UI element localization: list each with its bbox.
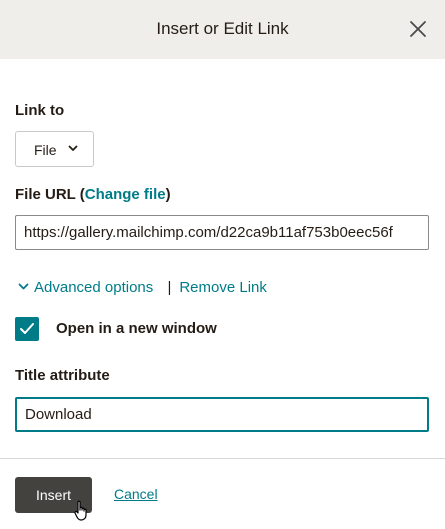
advanced-options-toggle[interactable]: Advanced options	[18, 279, 157, 296]
dialog-title: Insert or Edit Link	[156, 19, 289, 38]
insert-link-dialog: Insert or Edit Link Link to File File UR…	[0, 0, 445, 529]
checkmark-icon	[20, 323, 34, 334]
chevron-down-icon	[18, 283, 29, 289]
file-url-input[interactable]: https://gallery.mailchimp.com/d22ca9b11a…	[15, 215, 429, 250]
close-icon	[410, 21, 426, 37]
dialog-header: Insert or Edit Link	[0, 0, 445, 59]
hand-cursor-icon	[74, 500, 87, 521]
separator: |	[167, 279, 172, 296]
open-new-window-checkbox[interactable]	[15, 317, 39, 341]
file-url-label: File URL (Change file)	[15, 186, 171, 203]
chevron-down-icon	[68, 145, 78, 151]
change-file-link[interactable]: Change file	[85, 186, 166, 203]
remove-link-button[interactable]: Remove Link	[179, 279, 267, 296]
advanced-options-row: Advanced options | Remove Link	[18, 279, 267, 296]
footer-divider	[0, 458, 445, 459]
title-attribute-label: Title attribute	[15, 367, 110, 384]
advanced-options-label: Advanced options	[34, 279, 154, 296]
cancel-button[interactable]: Cancel	[114, 486, 158, 502]
open-new-window-label: Open in a new window	[56, 320, 217, 337]
link-to-label: Link to	[15, 102, 65, 119]
link-to-select[interactable]: File	[15, 131, 94, 167]
link-to-selected-value: File	[34, 142, 57, 158]
close-button[interactable]	[409, 20, 427, 38]
file-url-label-prefix: File URL (	[15, 186, 85, 203]
file-url-label-suffix: )	[165, 186, 171, 203]
title-attribute-input[interactable]: Download	[15, 397, 429, 432]
